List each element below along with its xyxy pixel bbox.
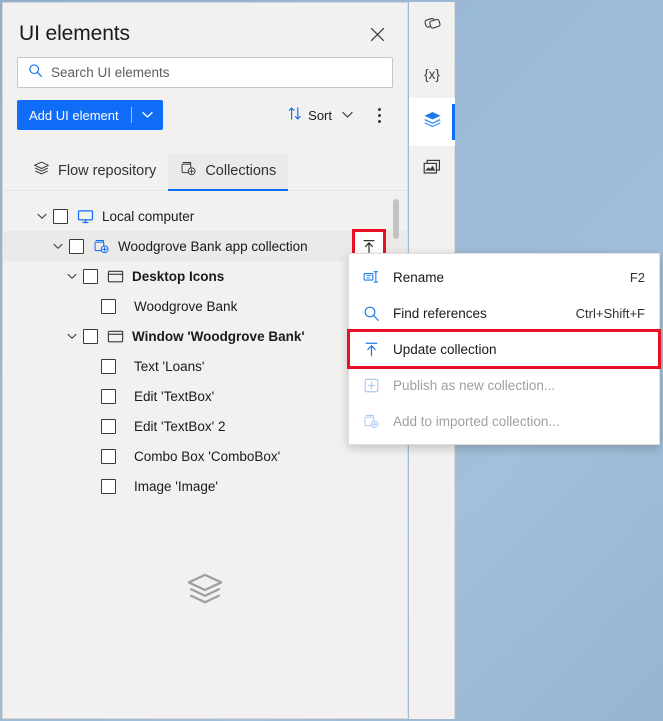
sort-arrows-icon — [288, 106, 302, 124]
rail-item-variables[interactable]: {x} — [409, 50, 455, 98]
tab-label: Collections — [205, 162, 277, 179]
dot — [377, 119, 381, 123]
layers-icon — [422, 109, 443, 135]
menu-item-add-to-imported-collection[interactable]: Add to imported collection... — [349, 403, 659, 439]
menu-item-label: Update collection — [393, 341, 497, 357]
ui-elements-icon — [422, 13, 443, 39]
menu-item-shortcut: Ctrl+Shift+F — [575, 305, 645, 321]
rail-item-images[interactable] — [409, 146, 455, 194]
tree-row[interactable]: Local computer — [3, 201, 407, 231]
tree-row[interactable]: Image 'Image' — [3, 471, 407, 501]
tree-row-label: Window 'Woodgrove Bank' — [132, 328, 305, 344]
menu-item-find-references[interactable]: Find references Ctrl+Shift+F — [349, 295, 659, 331]
panel-header: UI elements — [3, 3, 407, 49]
chevron-down-icon[interactable] — [47, 243, 69, 250]
menu-item-label: Rename — [393, 269, 445, 285]
tree-row-label: Image 'Image' — [134, 478, 218, 494]
add-ui-element-button[interactable]: Add UI element — [17, 100, 163, 130]
tree-row-label: Combo Box 'ComboBox' — [134, 448, 281, 464]
search-container — [3, 49, 407, 88]
variables-icon: {x} — [424, 66, 440, 82]
tree-row-checkbox[interactable] — [101, 418, 116, 434]
collection-add-icon — [180, 160, 197, 181]
plus-box-icon — [363, 377, 393, 394]
tree-row[interactable]: Combo Box 'ComboBox' — [3, 441, 407, 471]
sort-button[interactable]: Sort — [284, 100, 357, 130]
search-box[interactable] — [17, 57, 393, 88]
tree-row-checkbox[interactable] — [101, 298, 116, 314]
tree-row-checkbox[interactable] — [101, 478, 116, 494]
window-icon — [104, 329, 126, 344]
tree-row-checkbox[interactable] — [101, 388, 116, 404]
scrollbar-thumb[interactable] — [393, 199, 399, 239]
tree-row[interactable]: Woodgrove Bank — [3, 291, 407, 321]
tree-row-label: Woodgrove Bank app collection — [118, 238, 308, 254]
chevron-down-icon[interactable] — [31, 213, 53, 220]
tree-row[interactable]: Text 'Loans' — [3, 351, 407, 381]
tree-row-checkbox[interactable] — [101, 358, 116, 374]
menu-item-rename[interactable]: Rename F2 — [349, 259, 659, 295]
images-icon — [422, 158, 442, 182]
close-icon[interactable] — [363, 20, 391, 48]
collection-add-icon — [363, 413, 393, 430]
upload-icon — [363, 341, 393, 358]
tree-row[interactable]: Edit 'TextBox' — [3, 381, 407, 411]
chevron-down-icon — [342, 111, 353, 119]
search-input[interactable] — [51, 65, 384, 80]
empty-state — [3, 507, 407, 677]
menu-item-shortcut: F2 — [629, 269, 645, 285]
chevron-down-icon[interactable] — [61, 273, 83, 280]
tree-row-label: Edit 'TextBox' 2 — [134, 418, 226, 434]
tab-label: Flow repository — [58, 162, 157, 179]
tree-row-label: Woodgrove Bank — [134, 298, 238, 314]
search-icon — [363, 305, 393, 322]
more-vertical-icon[interactable] — [365, 100, 393, 130]
tree-row-checkbox[interactable] — [101, 448, 116, 464]
menu-item-label: Add to imported collection... — [393, 413, 560, 429]
menu-item-label: Find references — [393, 305, 487, 321]
tree-row-label: Desktop Icons — [132, 268, 225, 284]
tree-row-label: Text 'Loans' — [134, 358, 205, 374]
tree-row-label: Local computer — [102, 208, 195, 224]
dot — [377, 113, 381, 117]
add-ui-element-label: Add UI element — [29, 107, 119, 123]
rail-item-collections[interactable] — [409, 98, 455, 146]
tree-row-checkbox[interactable] — [83, 328, 98, 344]
tab-collections[interactable]: Collections — [168, 154, 289, 191]
search-icon — [28, 63, 43, 83]
tab-flow-repository[interactable]: Flow repository — [21, 154, 168, 190]
rail-item-ui-elements[interactable] — [409, 2, 455, 50]
tree-row[interactable]: Woodgrove Bank app collection — [3, 229, 407, 263]
sort-label: Sort — [308, 107, 332, 123]
context-menu: Rename F2 Find references Ctrl+Shift+F U… — [347, 253, 661, 445]
tree-row[interactable]: Window 'Woodgrove Bank' — [3, 321, 407, 351]
tree-row[interactable]: Desktop Icons — [3, 261, 407, 291]
chevron-down-icon[interactable] — [61, 333, 83, 340]
tree-row-checkbox[interactable] — [69, 238, 84, 254]
button-divider — [130, 107, 132, 123]
tree-row-checkbox[interactable] — [53, 208, 68, 224]
tab-bar: Flow repository Collections — [3, 138, 407, 191]
rename-icon — [363, 270, 393, 284]
menu-item-publish-as-new-collection[interactable]: Publish as new collection... — [349, 367, 659, 403]
monitor-icon — [74, 208, 96, 225]
dot — [377, 107, 381, 111]
command-bar: Add UI element Sort — [3, 88, 407, 130]
layers-icon — [33, 160, 50, 181]
tree-list: Local computer Woodgrove Bank app collec — [3, 191, 407, 507]
ui-elements-tree: Local computer Woodgrove Bank app collec — [3, 191, 407, 507]
window-icon — [104, 269, 126, 284]
command-bar-right: Sort — [284, 100, 393, 130]
layers-icon — [185, 570, 225, 615]
menu-item-label: Publish as new collection... — [393, 377, 556, 393]
tree-row[interactable]: Edit 'TextBox' 2 — [3, 411, 407, 441]
chevron-down-icon[interactable] — [133, 111, 163, 119]
menu-item-update-collection[interactable]: Update collection — [347, 329, 661, 369]
page-title: UI elements — [19, 22, 130, 45]
tree-row-label: Edit 'TextBox' — [134, 388, 215, 404]
tree-row-checkbox[interactable] — [83, 268, 98, 284]
collection-add-icon — [90, 238, 112, 255]
